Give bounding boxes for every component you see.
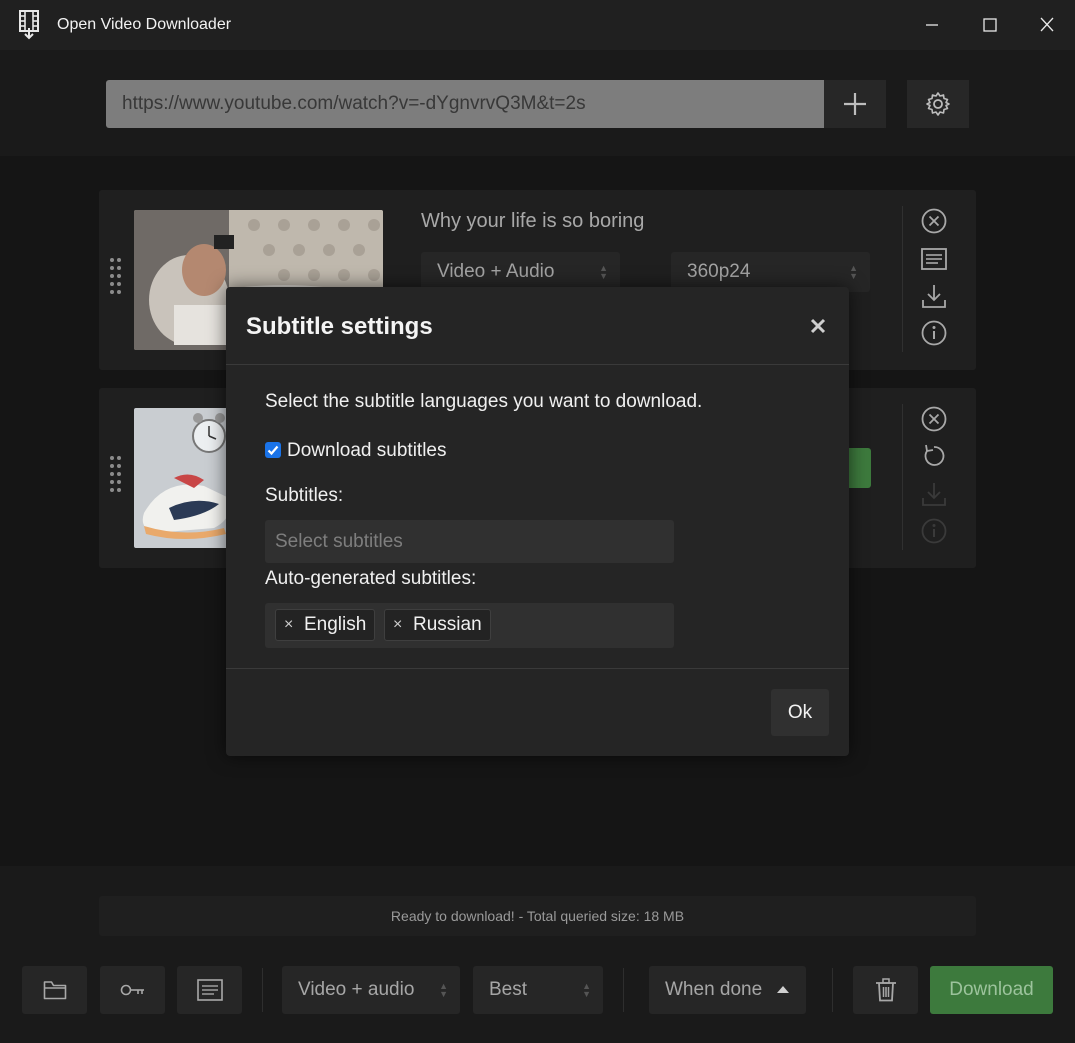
subtitles-icon (921, 248, 947, 270)
title-bar: Open Video Downloader (0, 0, 1075, 50)
subtitles-label: Subtitles: (265, 485, 344, 506)
maximize-button[interactable] (980, 16, 1000, 34)
video-title: Why your life is so boring (421, 210, 645, 232)
global-quality-select[interactable]: Best ▲ ▼ (473, 966, 603, 1014)
gear-icon (925, 91, 951, 117)
dialog-title: Subtitle settings (246, 313, 433, 340)
download-subtitles-label[interactable]: Download subtitles (287, 440, 446, 462)
divider (262, 968, 263, 1012)
caret-up-icon (777, 985, 789, 993)
drag-handle[interactable] (110, 258, 124, 294)
subtitles-button[interactable] (920, 245, 948, 273)
info-button (920, 517, 948, 545)
info-button[interactable] (920, 319, 948, 347)
ok-button[interactable]: Ok (771, 689, 829, 736)
remove-video-button[interactable] (920, 207, 948, 235)
quality-select[interactable]: 360p24 ▲ ▼ (671, 252, 870, 292)
global-type-value: Video + audio (298, 979, 415, 1000)
type-select-value: Video + Audio (437, 261, 555, 282)
dialog-description: Select the subtitle languages you want t… (265, 391, 703, 412)
download-icon (921, 283, 947, 309)
app-title: Open Video Downloader (57, 16, 232, 33)
status-text: Ready to download! - Total queried size:… (99, 896, 976, 936)
info-icon (921, 518, 947, 544)
select-arrows-icon: ▲ ▼ (849, 263, 858, 281)
type-select[interactable]: Video + Audio ▲ ▼ (421, 252, 620, 292)
retry-icon (921, 443, 947, 469)
key-icon (120, 983, 146, 997)
when-done-label: When done (665, 979, 763, 1000)
divider (902, 206, 903, 352)
dialog-close-button[interactable] (808, 316, 828, 336)
remove-tag-icon[interactable]: × (284, 610, 293, 640)
download-icon (921, 481, 947, 507)
retry-button[interactable] (920, 442, 948, 470)
divider (226, 668, 849, 669)
tag-english[interactable]: × English (275, 609, 376, 641)
authentication-button[interactable] (100, 966, 165, 1014)
select-arrows-icon: ▲ ▼ (599, 263, 608, 281)
close-circle-icon (921, 208, 947, 234)
quality-select-value: 360p24 (687, 261, 751, 282)
footer-bar (0, 866, 1075, 1043)
subtitles-select-input[interactable] (265, 520, 674, 563)
settings-button[interactable] (907, 80, 969, 128)
divider (902, 404, 903, 550)
info-icon (921, 320, 947, 346)
film-download-icon (18, 10, 40, 40)
subtitles-settings-button[interactable] (177, 966, 242, 1014)
clear-list-button[interactable] (853, 966, 918, 1014)
select-arrows-icon: ▲ ▼ (582, 981, 591, 999)
trash-icon (875, 978, 897, 1002)
global-type-select[interactable]: Video + audio ▲ ▼ (282, 966, 460, 1014)
when-done-dropdown[interactable]: When done (649, 966, 806, 1014)
tag-label: Russian (413, 614, 482, 635)
auto-subtitles-label: Auto-generated subtitles: (265, 568, 477, 589)
plus-icon (843, 92, 867, 116)
close-window-button[interactable] (1037, 16, 1057, 34)
divider (623, 968, 624, 1012)
add-url-button[interactable] (824, 80, 886, 128)
close-circle-icon (921, 406, 947, 432)
select-arrows-icon: ▲ ▼ (439, 981, 448, 999)
minimize-button[interactable] (922, 16, 942, 34)
drag-handle[interactable] (110, 456, 124, 492)
divider (226, 364, 849, 365)
subtitle-settings-dialog: Subtitle settings Select the subtitle la… (226, 287, 849, 756)
download-video-button[interactable] (920, 282, 948, 310)
download-video-button (920, 480, 948, 508)
remove-tag-icon[interactable]: × (393, 610, 402, 640)
auto-subtitles-multiselect[interactable]: × English × Russian (265, 603, 674, 648)
open-folder-button[interactable] (22, 966, 87, 1014)
tag-label: English (304, 614, 367, 635)
divider (832, 968, 833, 1012)
download-subtitles-checkbox[interactable] (265, 442, 281, 458)
folder-icon (43, 980, 67, 1000)
tag-russian[interactable]: × Russian (384, 609, 491, 641)
global-quality-value: Best (489, 979, 528, 1000)
subtitles-icon (196, 979, 223, 1001)
remove-video-button[interactable] (920, 405, 948, 433)
download-button[interactable]: Download (930, 966, 1053, 1014)
url-input[interactable] (106, 80, 824, 128)
